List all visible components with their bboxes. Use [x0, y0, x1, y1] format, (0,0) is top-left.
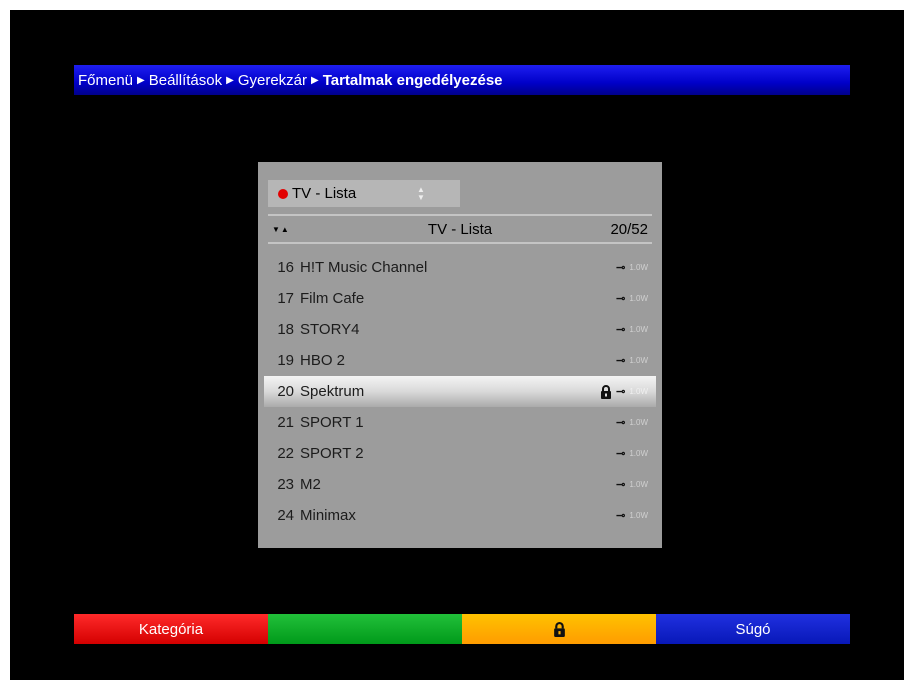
channel-row[interactable]: 23 M2 ⊸ 1.0W	[268, 469, 652, 500]
key-icon: ⊸	[616, 262, 626, 274]
key-icon: ⊸	[616, 479, 626, 491]
breadcrumb: Főmenü ▶ Beállítások ▶ Gyerekzár ▶ Tarta…	[74, 65, 850, 95]
blue-button-label: Súgó	[735, 620, 771, 638]
channel-number: 17	[277, 290, 294, 307]
channel-name: SPORT 1	[300, 414, 364, 431]
channel-row[interactable]: 22 SPORT 2 ⊸ 1.0W	[268, 438, 652, 469]
channel-number: 24	[277, 507, 294, 524]
yellow-lock-button[interactable]	[462, 614, 656, 644]
key-icon: ⊸	[616, 448, 626, 460]
blue-help-button[interactable]: Súgó	[656, 614, 850, 644]
key-icon: ⊸	[616, 510, 626, 522]
channel-number: 23	[277, 476, 294, 493]
channel-number: 16	[277, 259, 294, 276]
signal-label: 1.0W	[629, 480, 648, 489]
channel-name: Minimax	[300, 507, 356, 524]
list-selector-dropdown[interactable]: TV - Lista ▲ ▼	[268, 180, 460, 207]
signal-label: 1.0W	[629, 294, 648, 303]
channel-name: Film Cafe	[300, 290, 365, 307]
list-header: ▼▲ TV - Lista 20/52	[268, 214, 652, 244]
signal-label: 1.0W	[629, 511, 648, 520]
breadcrumb-separator-icon: ▶	[137, 74, 145, 86]
breadcrumb-item-main-menu[interactable]: Főmenü	[78, 72, 133, 89]
channel-list-panel: TV - Lista ▲ ▼ ▼▲ TV - Lista 20/52 16 H!T…	[258, 162, 662, 548]
breadcrumb-separator-icon: ▶	[226, 74, 234, 86]
signal-label: 1.0W	[629, 449, 648, 458]
list-title: TV - Lista	[427, 220, 493, 238]
breadcrumb-item-current: Tartalmak engedélyezése	[322, 71, 503, 89]
channel-number: 19	[277, 352, 294, 369]
channel-number: 18	[277, 321, 294, 338]
signal-label: 1.0W	[629, 418, 648, 427]
channel-row[interactable]: 17 Film Cafe ⊸ 1.0W	[268, 283, 652, 314]
key-icon: ⊸	[616, 417, 626, 429]
list-selector-value: TV - Lista	[292, 185, 357, 202]
key-icon: ⊸	[616, 324, 626, 336]
color-button-bar: Kategória Súgó	[74, 614, 850, 644]
green-button[interactable]	[268, 614, 462, 644]
channel-row[interactable]: 24 Minimax ⊸ 1.0W	[268, 500, 652, 531]
channel-name: HBO 2	[300, 352, 346, 369]
list-position-counter: 20/52	[610, 220, 648, 238]
channel-list: 16 H!T Music Channel ⊸ 1.0W 17 Film Cafe…	[264, 252, 656, 531]
channel-row[interactable]: 16 H!T Music Channel ⊸ 1.0W	[268, 252, 652, 283]
signal-label: 1.0W	[629, 356, 648, 365]
breadcrumb-item-parental-lock[interactable]: Gyerekzár	[238, 72, 307, 89]
red-dot-icon	[278, 188, 288, 199]
key-icon: ⊸	[616, 355, 626, 367]
breadcrumb-item-settings[interactable]: Beállítások	[149, 72, 222, 89]
lock-icon	[553, 621, 565, 637]
lock-icon	[601, 384, 612, 399]
key-icon: ⊸	[616, 386, 626, 398]
channel-number: 21	[277, 414, 294, 431]
red-button-label: Kategória	[138, 620, 204, 638]
channel-name: M2	[300, 476, 321, 493]
channel-number: 20	[277, 383, 294, 400]
breadcrumb-separator-icon: ▶	[311, 74, 319, 86]
channel-row[interactable]: 18 STORY4 ⊸ 1.0W	[268, 314, 652, 345]
channel-name: STORY4	[300, 321, 360, 338]
red-category-button[interactable]: Kategória	[74, 614, 268, 644]
up-down-arrows-icon: ▲ ▼	[417, 184, 425, 202]
channel-row[interactable]: 21 SPORT 1 ⊸ 1.0W	[268, 407, 652, 438]
key-icon: ⊸	[616, 293, 626, 305]
tv-screen: Főmenü ▶ Beállítások ▶ Gyerekzár ▶ Tarta…	[10, 10, 904, 680]
signal-label: 1.0W	[629, 325, 648, 334]
channel-name: Spektrum	[300, 383, 365, 400]
channel-name: H!T Music Channel	[300, 259, 428, 276]
signal-label: 1.0W	[629, 387, 648, 396]
signal-label: 1.0W	[629, 263, 648, 272]
channel-row[interactable]: 19 HBO 2 ⊸ 1.0W	[268, 345, 652, 376]
channel-name: SPORT 2	[300, 445, 364, 462]
channel-number: 22	[277, 445, 294, 462]
channel-row-selected[interactable]: 20 Spektrum ⊸ 1.0W	[264, 376, 656, 407]
